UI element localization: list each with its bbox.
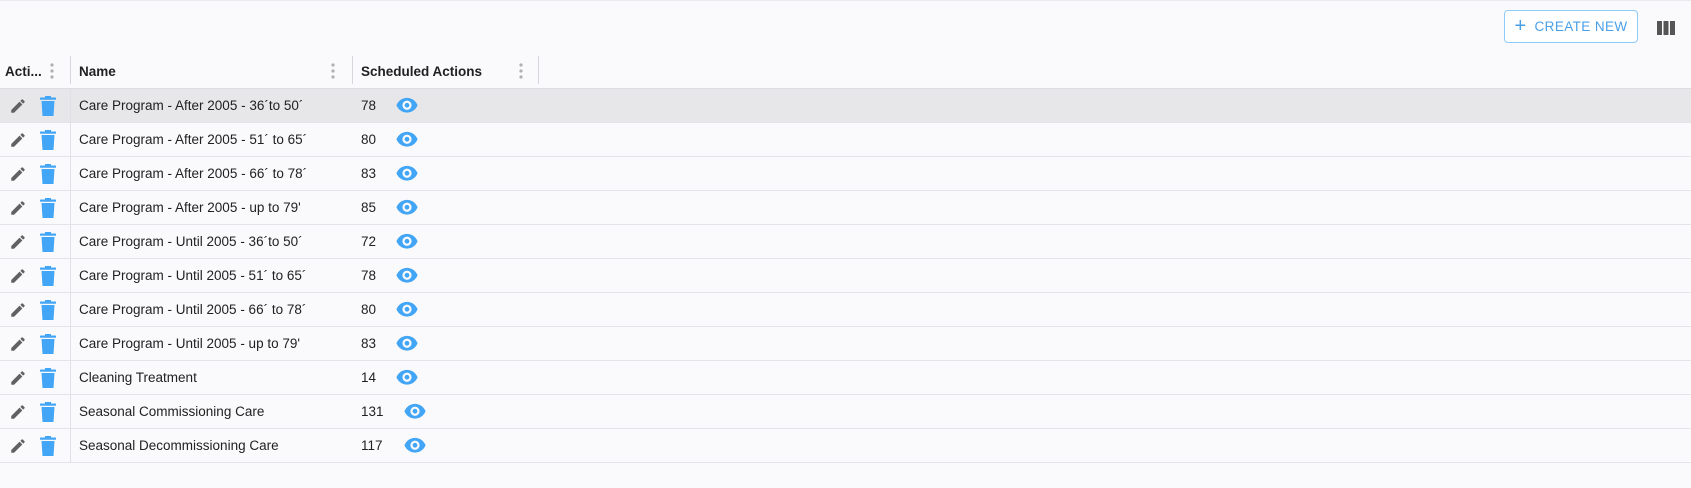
column-divider: [70, 89, 71, 122]
edit-icon[interactable]: [9, 131, 27, 149]
edit-icon[interactable]: [9, 369, 27, 387]
column-divider: [70, 429, 71, 462]
scheduled-actions-count: 85: [361, 200, 377, 215]
delete-icon[interactable]: [39, 164, 57, 184]
column-divider: [70, 293, 71, 326]
column-separator[interactable]: [70, 56, 71, 84]
scheduled-actions-count: 83: [361, 336, 377, 351]
delete-icon[interactable]: [39, 96, 57, 116]
delete-icon[interactable]: [39, 232, 57, 252]
view-icon[interactable]: [396, 165, 418, 183]
scheduled-actions-count: 80: [361, 132, 377, 147]
edit-icon[interactable]: [9, 233, 27, 251]
row-name: Care Program - After 2005 - 66´ to 78´: [79, 166, 308, 181]
edit-icon[interactable]: [9, 437, 27, 455]
delete-icon[interactable]: [39, 436, 57, 456]
column-header-label: Acti...: [5, 63, 42, 79]
table-row[interactable]: Care Program - After 2005 - 51´ to 65´ 80: [0, 123, 1691, 157]
edit-icon[interactable]: [9, 301, 27, 319]
table-row[interactable]: Care Program - Until 2005 - up to 79' 83: [0, 327, 1691, 361]
data-grid: Acti... Name Scheduled Actions Care Prog…: [0, 54, 1691, 463]
row-name: Care Program - After 2005 - 36´to 50´: [79, 98, 304, 113]
scheduled-actions-count: 117: [361, 438, 383, 453]
view-icon[interactable]: [396, 199, 418, 217]
table-row[interactable]: Care Program - After 2005 - 36´to 50´ 78: [0, 89, 1691, 123]
delete-icon[interactable]: [39, 266, 57, 286]
column-separator[interactable]: [538, 56, 539, 84]
column-header-label: Scheduled Actions: [361, 63, 483, 79]
edit-icon[interactable]: [9, 267, 27, 285]
delete-icon[interactable]: [39, 198, 57, 218]
delete-icon[interactable]: [39, 368, 57, 388]
scheduled-actions-count: 83: [361, 166, 377, 181]
table-row[interactable]: Care Program - Until 2005 - 51´ to 65´ 78: [0, 259, 1691, 293]
column-menu-icon[interactable]: [50, 63, 54, 79]
scheduled-actions-count: 131: [361, 404, 384, 419]
view-icon[interactable]: [396, 131, 418, 149]
view-icon[interactable]: [396, 267, 418, 285]
view-icon[interactable]: [396, 369, 418, 387]
scheduled-actions-count: 78: [361, 98, 377, 113]
column-header-name[interactable]: Name: [74, 54, 352, 88]
row-name: Care Program - Until 2005 - 66´ to 78´: [79, 302, 307, 317]
row-name: Seasonal Decommissioning Care: [79, 438, 279, 453]
column-divider: [70, 191, 71, 224]
row-name: Care Program - After 2005 - up to 79': [79, 200, 301, 215]
table-row[interactable]: Care Program - Until 2005 - 36´to 50´ 72: [0, 225, 1691, 259]
column-divider: [70, 123, 71, 156]
view-icon[interactable]: [396, 335, 418, 353]
grid-header: Acti... Name Scheduled Actions: [0, 54, 1691, 89]
row-name: Seasonal Commissioning Care: [79, 404, 265, 419]
table-row[interactable]: Care Program - After 2005 - up to 79' 85: [0, 191, 1691, 225]
column-divider: [70, 361, 71, 394]
view-icon[interactable]: [404, 437, 426, 455]
table-row[interactable]: Care Program - After 2005 - 66´ to 78´ 83: [0, 157, 1691, 191]
scheduled-actions-count: 72: [361, 234, 377, 249]
scheduled-actions-count: 80: [361, 302, 377, 317]
table-row[interactable]: Care Program - Until 2005 - 66´ to 78´ 80: [0, 293, 1691, 327]
column-divider: [70, 225, 71, 258]
view-columns-icon[interactable]: [1657, 21, 1675, 35]
column-separator[interactable]: [352, 56, 353, 84]
row-name: Care Program - After 2005 - 51´ to 65´: [79, 132, 308, 147]
table-row[interactable]: Seasonal Commissioning Care 131: [0, 395, 1691, 429]
toolbar: + CREATE NEW: [0, 1, 1691, 53]
row-name: Care Program - Until 2005 - 51´ to 65´: [79, 268, 307, 283]
view-icon[interactable]: [404, 403, 426, 421]
scheduled-actions-count: 78: [361, 268, 377, 283]
edit-icon[interactable]: [9, 97, 27, 115]
column-header-actions[interactable]: Acti...: [0, 54, 71, 88]
edit-icon[interactable]: [9, 335, 27, 353]
create-new-button[interactable]: + CREATE NEW: [1504, 10, 1638, 43]
edit-icon[interactable]: [9, 199, 27, 217]
row-name: Care Program - Until 2005 - up to 79': [79, 336, 300, 351]
column-header-scheduled-actions[interactable]: Scheduled Actions: [356, 54, 538, 88]
column-menu-icon[interactable]: [519, 63, 523, 79]
table-row[interactable]: Cleaning Treatment 14: [0, 361, 1691, 395]
column-divider: [70, 157, 71, 190]
column-divider: [70, 327, 71, 360]
grid-body: Care Program - After 2005 - 36´to 50´ 78 C…: [0, 89, 1691, 463]
scheduled-actions-count: 14: [361, 370, 377, 385]
row-name: Cleaning Treatment: [79, 370, 197, 385]
column-header-label: Name: [79, 63, 116, 79]
delete-icon[interactable]: [39, 334, 57, 354]
delete-icon[interactable]: [39, 300, 57, 320]
edit-icon[interactable]: [9, 403, 27, 421]
table-row[interactable]: Seasonal Decommissioning Care 117: [0, 429, 1691, 463]
edit-icon[interactable]: [9, 165, 27, 183]
view-icon[interactable]: [396, 301, 418, 319]
delete-icon[interactable]: [39, 402, 57, 422]
create-new-label: CREATE NEW: [1534, 19, 1628, 34]
view-icon[interactable]: [396, 97, 418, 115]
column-menu-icon[interactable]: [331, 63, 335, 79]
column-divider: [70, 395, 71, 428]
column-divider: [70, 259, 71, 292]
plus-icon: +: [1514, 14, 1527, 37]
view-icon[interactable]: [396, 233, 418, 251]
delete-icon[interactable]: [39, 130, 57, 150]
row-name: Care Program - Until 2005 - 36´to 50´: [79, 234, 303, 249]
